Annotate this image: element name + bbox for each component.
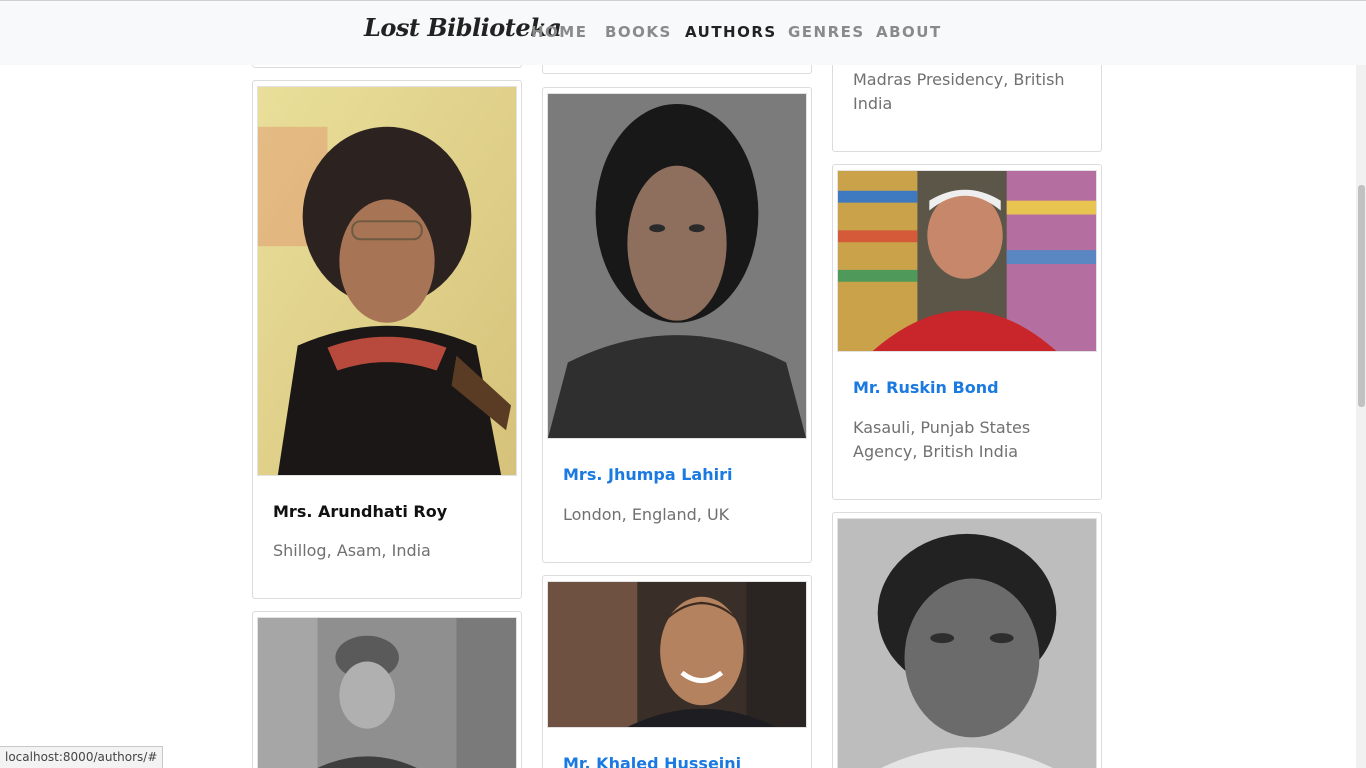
author-card-arundhati-roy: Mrs. Arundhati Roy Shillog, Asam, India (252, 80, 522, 599)
author-photo[interactable] (257, 617, 517, 768)
author-birthplace: Shillog, Asam, India (273, 541, 431, 560)
author-card-ruskin-bond: Mr. Ruskin Bond Kasauli, Punjab States A… (832, 164, 1102, 500)
author-photo[interactable] (547, 93, 807, 439)
author-name[interactable]: Mr. Ruskin Bond (853, 378, 999, 397)
author-birthplace: Kasauli, Punjab States Agency, British I… (853, 418, 1031, 461)
link-status-url: localhost:8000/authors/# (0, 746, 164, 768)
nav-authors[interactable]: AUTHORS (685, 23, 777, 41)
author-photo[interactable] (547, 581, 807, 728)
navbar: Lost Biblioteka HOME BOOKS AUTHORS GENRE… (0, 0, 1366, 65)
author-photo[interactable] (257, 86, 517, 476)
page-scrollbar[interactable] (1356, 65, 1366, 768)
author-card (252, 611, 522, 768)
author-card-jhumpa-lahiri: Mrs. Jhumpa Lahiri London, England, UK (542, 87, 812, 563)
author-photo[interactable] (837, 170, 1097, 352)
author-name[interactable]: Mr. Khaled Husseini (563, 754, 741, 768)
author-birthplace: London, England, UK (563, 505, 730, 524)
nav-books[interactable]: BOOKS (605, 23, 672, 41)
author-name[interactable]: Mrs. Arundhati Roy (273, 502, 447, 521)
author-card-khaled-husseini: Mr. Khaled Husseini (542, 575, 812, 768)
author-birthplace: Madras Presidency, British India (853, 70, 1065, 113)
nav-genres[interactable]: GENRES (788, 23, 865, 41)
nav-home[interactable]: HOME (531, 23, 587, 41)
nav-about[interactable]: ABOUT (876, 23, 942, 41)
scrollbar-thumb[interactable] (1358, 185, 1365, 407)
author-name[interactable]: Mrs. Jhumpa Lahiri (563, 465, 732, 484)
author-photo[interactable] (837, 518, 1097, 768)
author-card (832, 512, 1102, 768)
